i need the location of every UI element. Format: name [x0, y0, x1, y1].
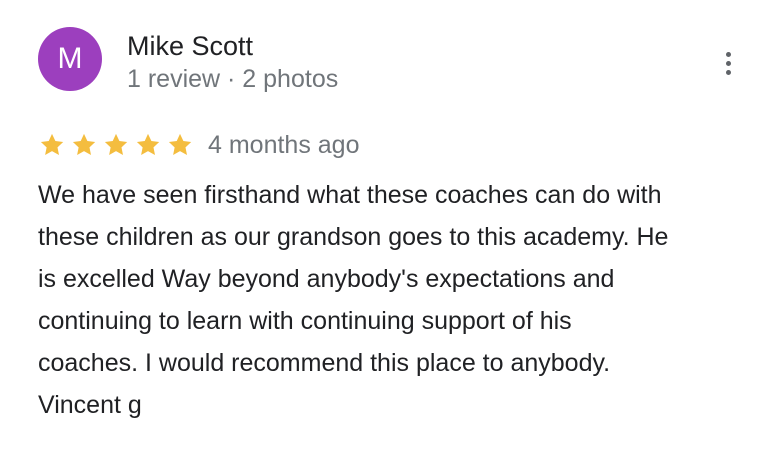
review-text-line: We have seen firsthand what these coache…: [38, 181, 662, 209]
review-text-line: coaches. I would recommend this place to…: [38, 349, 611, 377]
more-options-button[interactable]: [712, 46, 744, 80]
more-vert-icon: [725, 69, 731, 75]
review-date: 4 months ago: [208, 131, 360, 159]
review-text-line: these children as our grandson goes to t…: [38, 223, 669, 251]
more-vert-icon: [725, 60, 731, 66]
review-text: We have seen firsthand what these coache…: [38, 174, 764, 426]
star-icon: [136, 133, 160, 156]
reviewer-name[interactable]: Mike Scott: [127, 30, 253, 62]
review-text-line: is excelled Way beyond anybody's expecta…: [38, 265, 615, 293]
rating-row: 4 months ago: [38, 128, 360, 162]
review-text-line: continuing to learn with continuing supp…: [38, 307, 572, 335]
reviewer-meta: 1 review · 2 photos: [127, 65, 339, 93]
review-card: M Mike Scott 1 review · 2 photos 4 month…: [0, 0, 784, 460]
star-rating: [38, 131, 194, 159]
more-vert-icon: [725, 51, 731, 57]
avatar[interactable]: M: [38, 27, 102, 91]
review-text-line: Vincent g: [38, 391, 142, 419]
star-icon: [168, 133, 192, 156]
star-icon: [40, 133, 64, 156]
star-icon: [72, 133, 96, 156]
star-icon: [104, 133, 128, 156]
